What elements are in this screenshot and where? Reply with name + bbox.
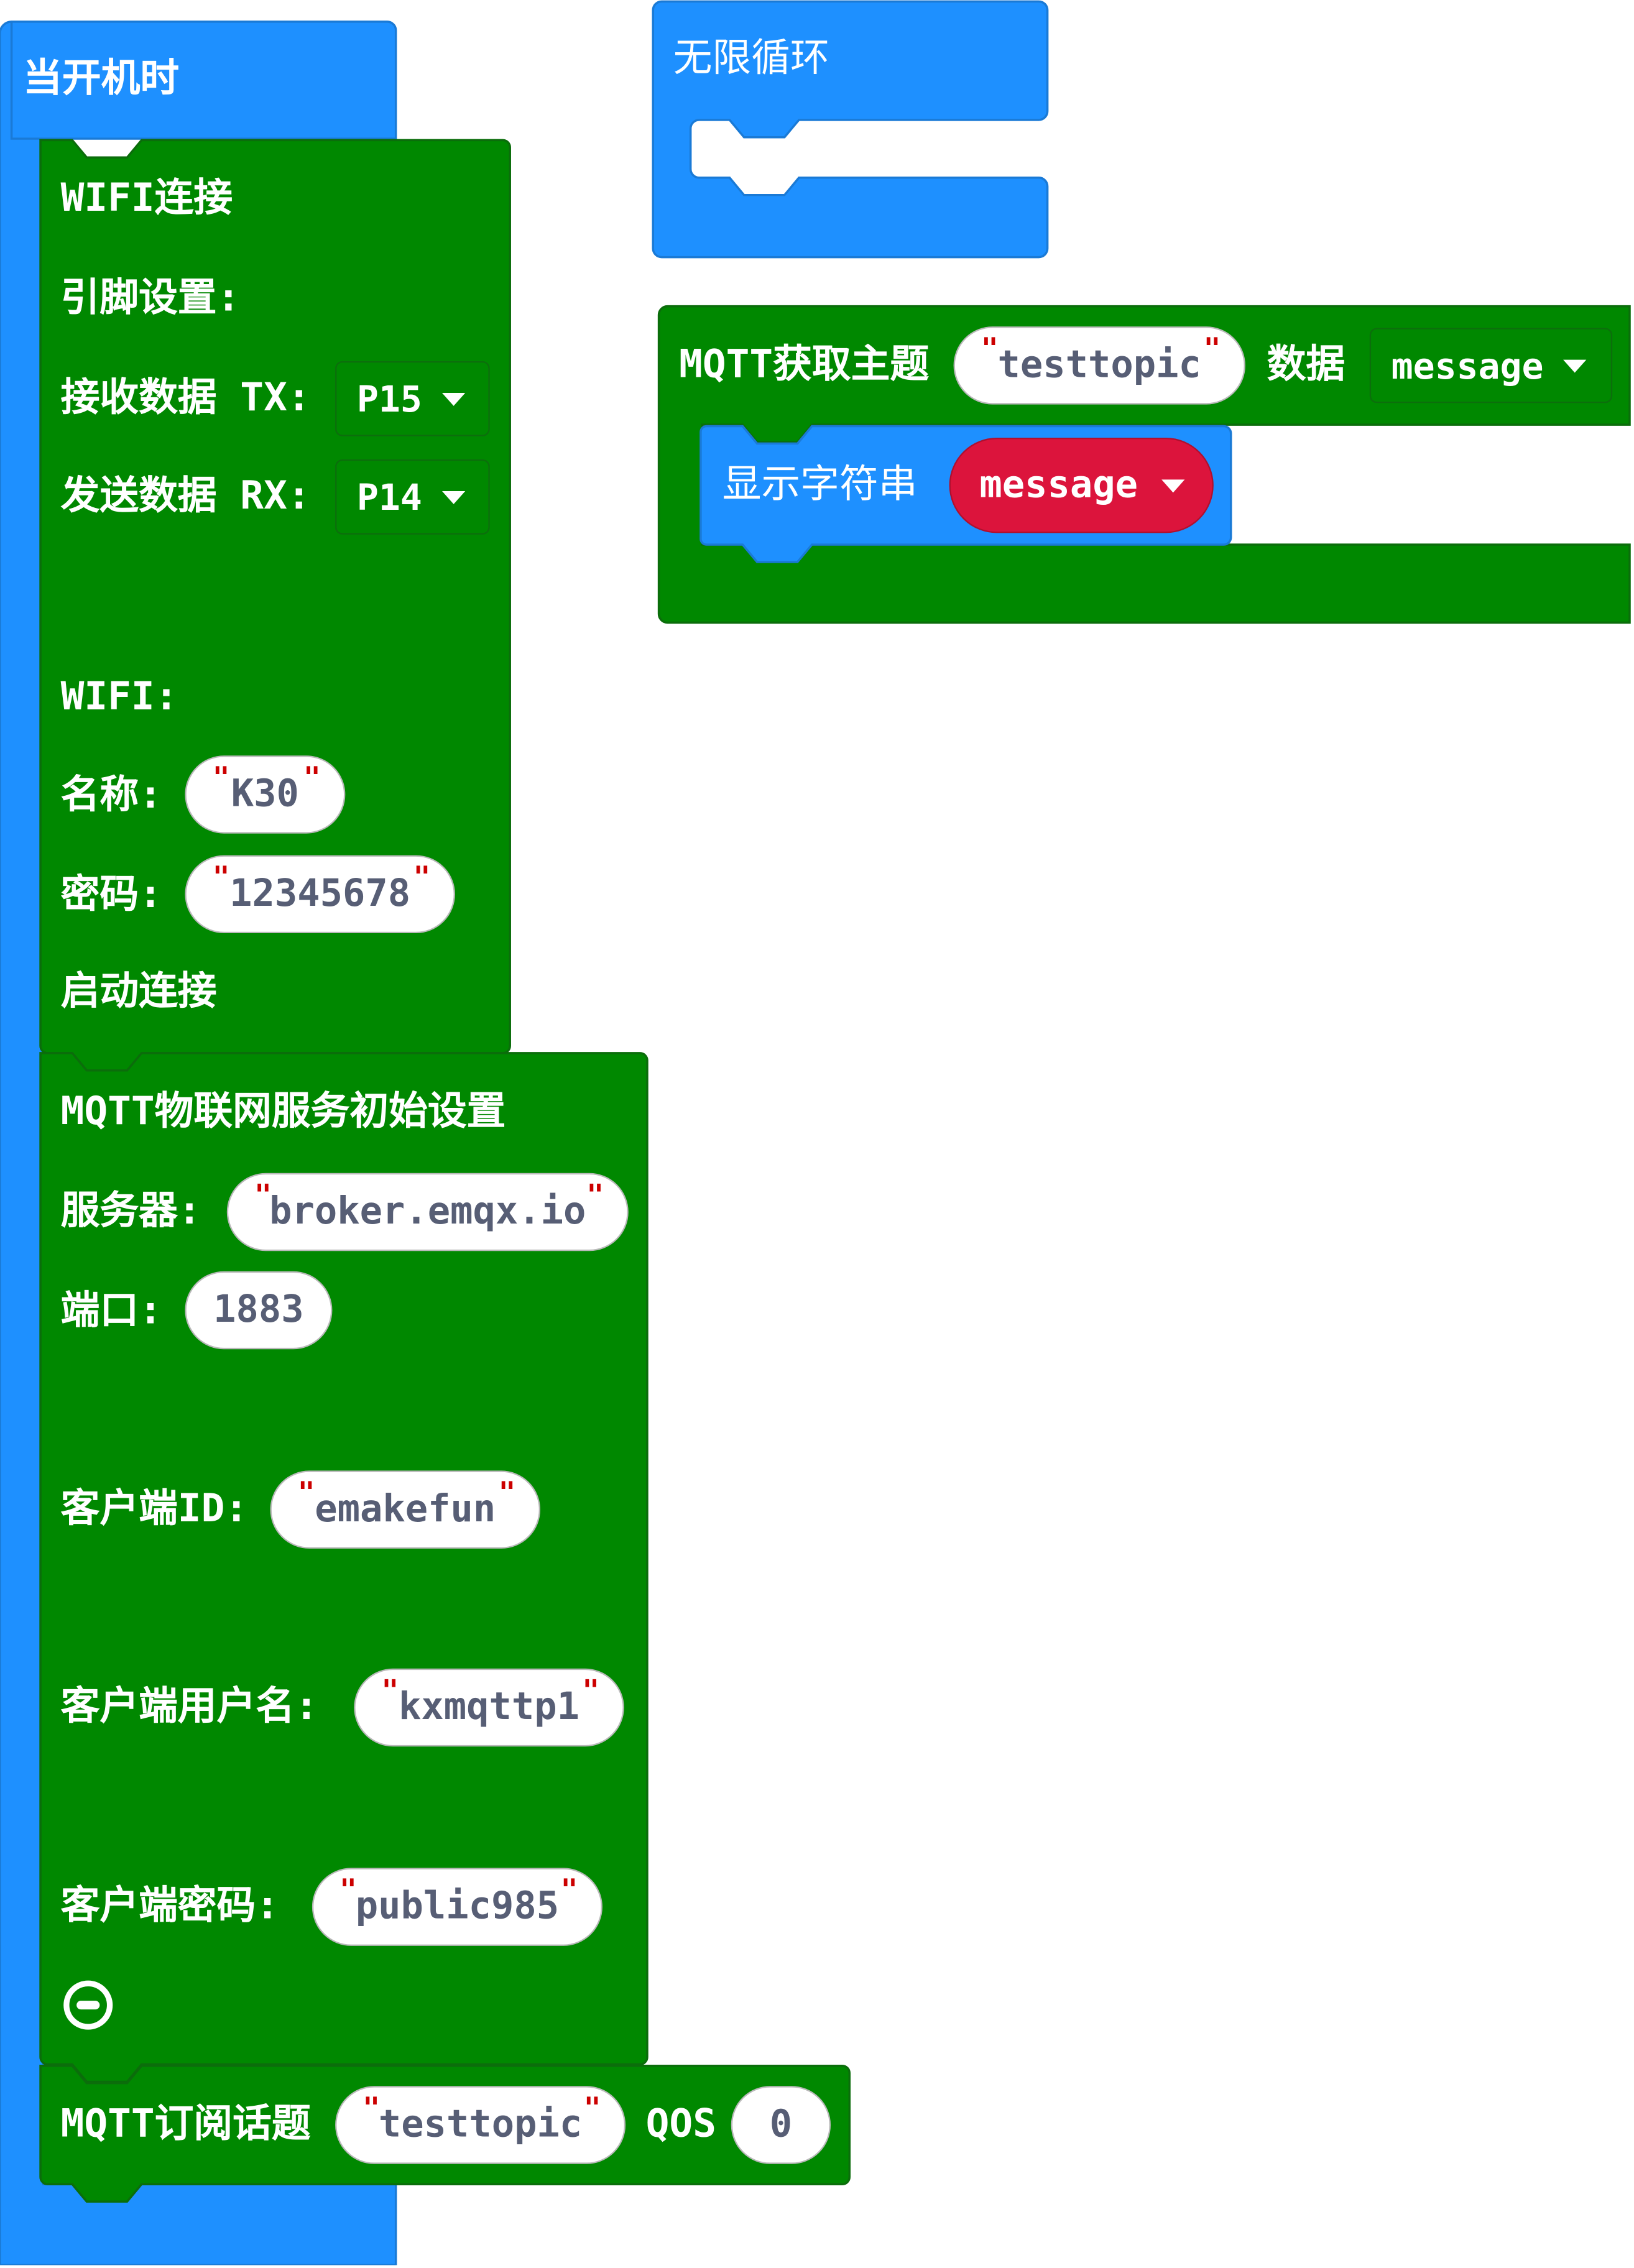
wifi-password-input[interactable]: " 12345678 " [185,855,455,934]
show-string-label: 显示字符串 [722,462,918,507]
start-connect-label: 启动连接 [60,969,217,1015]
receive-topic-value: testtopic [997,344,1201,387]
receive-variable-dropdown[interactable]: message [1369,328,1613,403]
quote-icon: " [1203,331,1221,366]
server-label: 服务器: [60,1189,201,1234]
mqtt-subscribe-label: MQTT订阅话题 [60,2101,311,2147]
subscribe-topic-value: testtopic [378,2103,583,2147]
dropdown-arrow-icon [442,490,466,504]
quote-icon: " [254,1177,272,1212]
quote-icon: " [583,2090,601,2126]
quote-icon: " [981,331,999,366]
quote-icon: " [297,1475,315,1510]
server-input[interactable]: " broker.emqx.io " [226,1173,629,1252]
wifi-password-label: 密码: [60,872,162,918]
quote-icon: " [498,1475,516,1510]
tx-pin-value: P14 [356,476,422,519]
qos-label: QOS [645,2101,716,2147]
wifi-connect-title: WIFI连接 [60,176,233,221]
mqtt-receive-label: MQTT获取主题 [679,342,930,387]
qos-input[interactable]: 0 [731,2086,831,2164]
client-id-label: 客户端ID: [60,1486,249,1532]
server-value: broker.emqx.io [269,1190,586,1234]
rx-pin-dropdown[interactable]: P15 [335,361,490,436]
pin-settings-label: 引脚设置: [60,275,241,321]
quote-icon: " [362,2090,381,2126]
quote-icon: " [339,1872,358,1907]
client-id-value: emakefun [315,1488,496,1532]
quote-icon: " [582,1672,600,1708]
receive-topic-input[interactable]: " testtopic " [953,326,1245,405]
dropdown-arrow-icon [1563,359,1587,372]
quote-icon: " [413,859,431,895]
port-input[interactable]: 1883 [185,1271,333,1350]
wifi-name-label: 名称: [60,773,162,818]
data-label: 数据 [1267,342,1346,387]
rx-label: 接收数据 TX: [60,376,311,421]
client-id-input[interactable]: " emakefun " [270,1470,541,1549]
on-start-label: 当开机时 [23,56,180,101]
username-label: 客户端用户名: [60,1684,318,1730]
dropdown-arrow-icon [442,392,466,405]
quote-icon: " [303,760,321,795]
minus-circle-icon[interactable] [63,1980,113,2030]
quote-icon: " [212,760,230,795]
receive-variable-value: message [1391,344,1544,387]
client-password-label: 客户端密码: [60,1883,280,1929]
subscribe-topic-input[interactable]: " testtopic " [335,2086,626,2164]
client-password-value: public985 [355,1885,560,1929]
quote-icon: " [560,1872,578,1907]
port-label: 端口: [60,1288,162,1334]
forever-label: 无限循环 [673,36,829,81]
tx-label: 发送数据 RX: [60,474,311,519]
quote-icon: " [381,1672,399,1708]
message-variable-name: message [979,463,1138,507]
client-password-input[interactable]: " public985 " [312,1868,602,1946]
username-input[interactable]: " kxmqttp1 " [354,1668,624,1747]
rx-pin-value: P15 [356,377,422,420]
wifi-password-value: 12345678 [229,872,411,916]
message-variable[interactable]: message [949,438,1214,533]
username-value: kxmqttp1 [399,1685,580,1730]
tx-pin-dropdown[interactable]: P14 [335,459,490,535]
mqtt-init-title: MQTT物联网服务初始设置 [60,1089,506,1135]
quote-icon: " [212,859,230,895]
dropdown-arrow-icon [1161,479,1184,492]
wifi-name-value: K30 [231,773,299,816]
port-value: 1883 [213,1288,304,1332]
qos-value: 0 [769,2103,793,2147]
wifi-name-input[interactable]: " K30 " [185,755,346,834]
wifi-label: WIFI: [60,675,178,720]
quote-icon: " [586,1177,604,1212]
